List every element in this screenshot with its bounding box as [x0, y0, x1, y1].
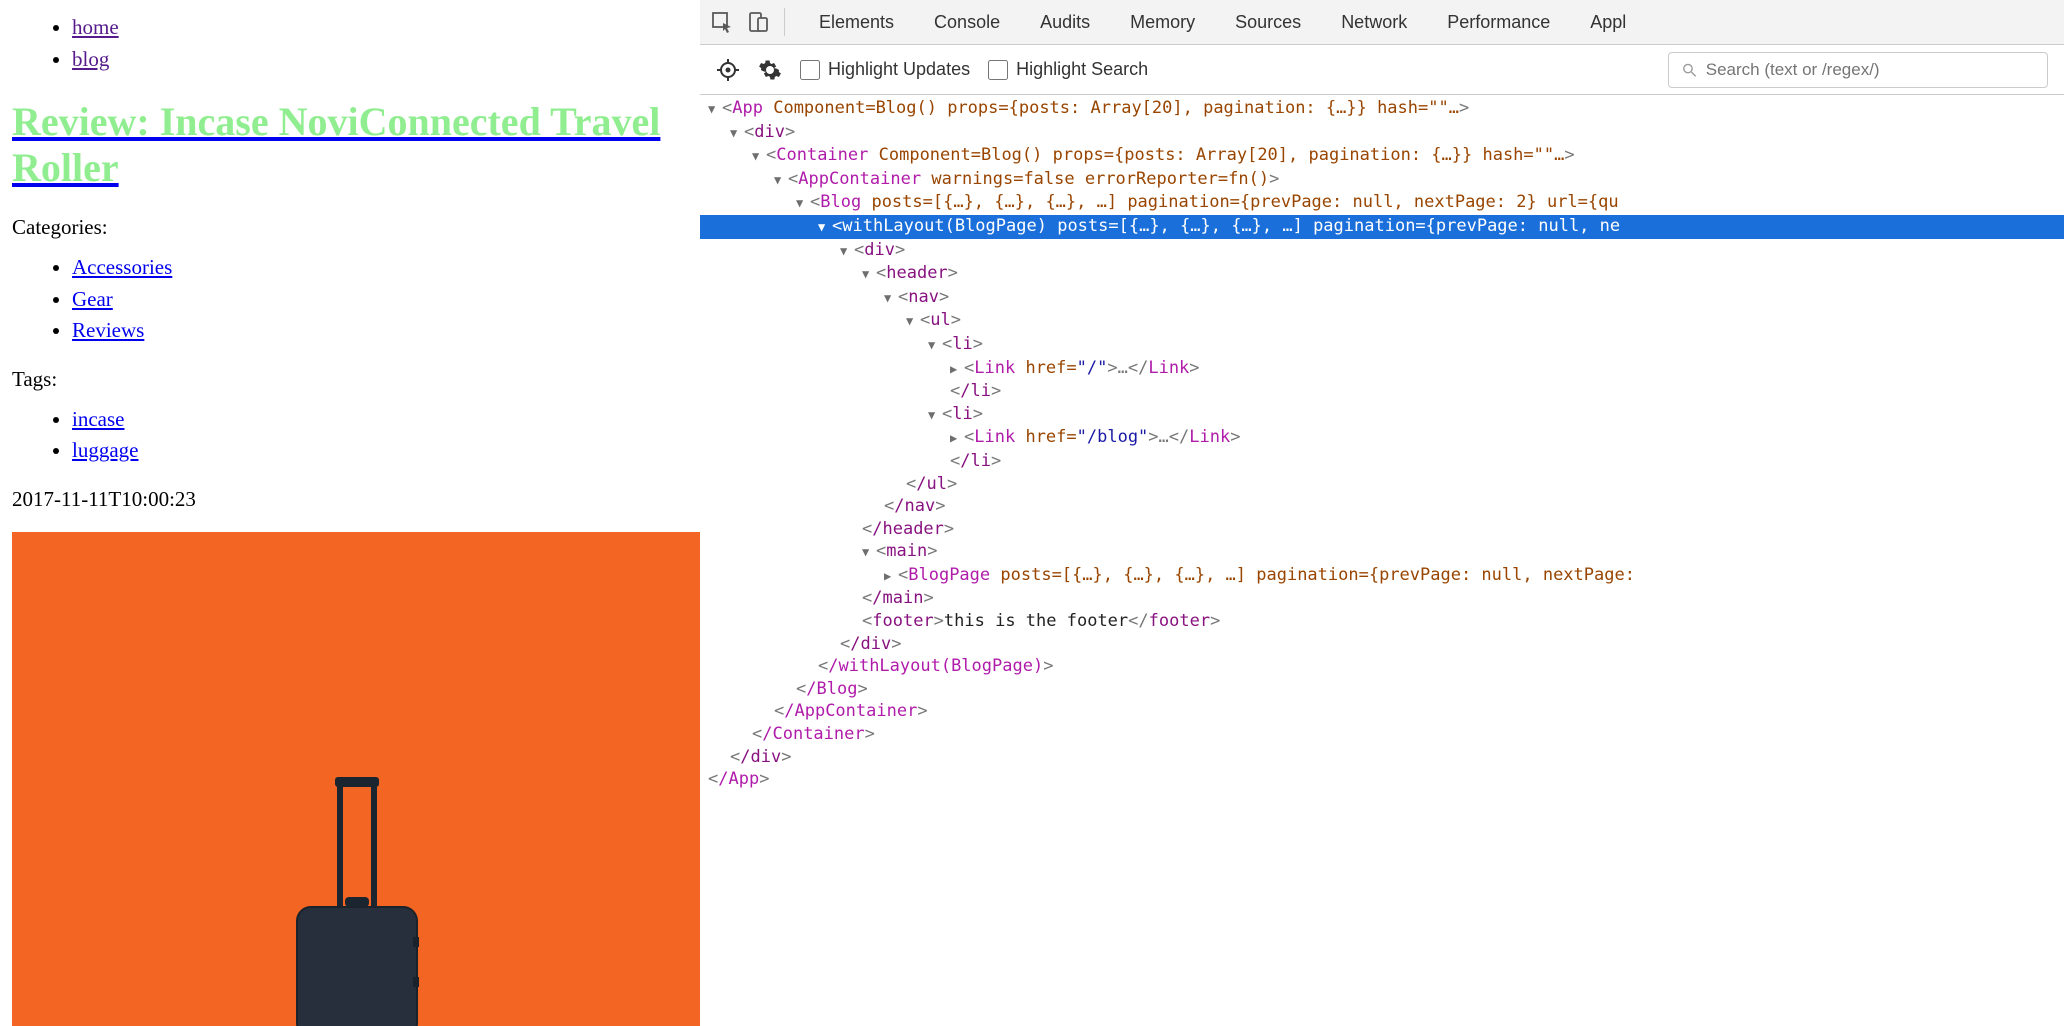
article-timestamp: 2017-11-11T10:00:23 — [12, 487, 688, 512]
tab-memory[interactable]: Memory — [1110, 12, 1215, 33]
highlight-updates-checkbox[interactable]: Highlight Updates — [800, 59, 970, 80]
tree-node[interactable]: ▼<nav> — [700, 286, 2064, 310]
list-item: Gear — [72, 284, 688, 316]
tree-node[interactable]: ▼<div> — [700, 239, 2064, 263]
tree-node[interactable]: </withLayout(BlogPage)> — [700, 655, 2064, 678]
nav-item-home: home — [72, 12, 688, 44]
category-link[interactable]: Accessories — [72, 255, 172, 279]
tree-node[interactable]: </li> — [700, 450, 2064, 473]
tree-node[interactable]: ▼<AppContainer warnings=false errorRepor… — [700, 168, 2064, 192]
component-tree[interactable]: ▼<App Component=Blog() props={posts: Arr… — [700, 95, 2064, 1026]
tree-node[interactable]: </header> — [700, 518, 2064, 541]
tree-node[interactable]: </Blog> — [700, 678, 2064, 701]
tree-node[interactable]: </li> — [700, 380, 2064, 403]
article-hero-image — [12, 532, 700, 1026]
highlight-search-checkbox[interactable]: Highlight Search — [988, 59, 1148, 80]
list-item: Reviews — [72, 315, 688, 347]
devtools-panel: Elements Console Audits Memory Sources N… — [700, 0, 2064, 1026]
tags-list: incase luggage — [12, 404, 688, 467]
tree-node[interactable]: </div> — [700, 633, 2064, 656]
tree-node[interactable]: ▶<BlogPage posts=[{…}, {…}, {…}, …] pagi… — [700, 564, 2064, 588]
page-content: home blog Review: Incase NoviConnected T… — [0, 0, 700, 1026]
tree-node[interactable]: ▼<App Component=Blog() props={posts: Arr… — [700, 97, 2064, 121]
categories-list: Accessories Gear Reviews — [12, 252, 688, 347]
tree-node[interactable]: ▼<Container Component=Blog() props={post… — [700, 144, 2064, 168]
tree-node[interactable]: ▼<div> — [700, 121, 2064, 145]
tree-node[interactable]: ▼<li> — [700, 403, 2064, 427]
list-item: incase — [72, 404, 688, 436]
target-icon[interactable] — [716, 58, 740, 82]
tree-node[interactable]: </AppContainer> — [700, 700, 2064, 723]
tab-performance[interactable]: Performance — [1427, 12, 1570, 33]
nav-link-home[interactable]: home — [72, 15, 119, 39]
tab-application[interactable]: Appl — [1570, 12, 1646, 33]
tree-node[interactable]: ▶<Link href="/blog">…</Link> — [700, 426, 2064, 450]
tab-console[interactable]: Console — [914, 12, 1020, 33]
tree-node-selected[interactable]: ▼<withLayout(BlogPage) posts=[{…}, {…}, … — [700, 215, 2064, 239]
tab-elements[interactable]: Elements — [799, 12, 914, 33]
tree-node[interactable]: </Container> — [700, 723, 2064, 746]
tree-node[interactable]: ▼<li> — [700, 333, 2064, 357]
article-title: Review: Incase NoviConnected Travel Roll… — [12, 99, 688, 191]
tab-sources[interactable]: Sources — [1215, 12, 1321, 33]
tree-node[interactable]: </div> — [700, 746, 2064, 769]
search-icon — [1681, 61, 1698, 79]
tree-node[interactable]: </nav> — [700, 495, 2064, 518]
inspect-element-icon[interactable] — [710, 10, 734, 34]
article-title-link[interactable]: Review: Incase NoviConnected Travel Roll… — [12, 99, 660, 190]
tree-node[interactable]: </main> — [700, 587, 2064, 610]
tree-node[interactable]: ▼<header> — [700, 262, 2064, 286]
tag-link[interactable]: luggage — [72, 438, 138, 462]
devtools-tabbar: Elements Console Audits Memory Sources N… — [700, 0, 2064, 45]
toggle-device-icon[interactable] — [746, 10, 770, 34]
tree-node[interactable]: ▼<main> — [700, 540, 2064, 564]
tree-node[interactable]: <footer>this is the footer</footer> — [700, 610, 2064, 633]
list-item: luggage — [72, 435, 688, 467]
search-input[interactable] — [1706, 60, 2035, 80]
categories-label: Categories: — [12, 215, 688, 240]
category-link[interactable]: Reviews — [72, 318, 144, 342]
nav-item-blog: blog — [72, 44, 688, 76]
gear-icon[interactable] — [758, 58, 782, 82]
tab-network[interactable]: Network — [1321, 12, 1427, 33]
luggage-icon — [257, 777, 457, 1026]
react-devtools-toolbar: Highlight Updates Highlight Search — [700, 45, 2064, 95]
tab-audits[interactable]: Audits — [1020, 12, 1110, 33]
category-link[interactable]: Gear — [72, 287, 113, 311]
tree-node[interactable]: </ul> — [700, 473, 2064, 496]
tag-link[interactable]: incase — [72, 407, 124, 431]
search-box[interactable] — [1668, 52, 2048, 88]
tree-node[interactable]: </App> — [700, 768, 2064, 791]
nav-link-blog[interactable]: blog — [72, 47, 109, 71]
separator — [784, 8, 785, 36]
tree-node[interactable]: ▼<Blog posts=[{…}, {…}, {…}, …] paginati… — [700, 191, 2064, 215]
site-nav: home blog — [12, 12, 688, 75]
highlight-updates-label: Highlight Updates — [828, 59, 970, 80]
list-item: Accessories — [72, 252, 688, 284]
highlight-search-label: Highlight Search — [1016, 59, 1148, 80]
tree-node[interactable]: ▼<ul> — [700, 309, 2064, 333]
tree-node[interactable]: ▶<Link href="/">…</Link> — [700, 357, 2064, 381]
tags-label: Tags: — [12, 367, 688, 392]
